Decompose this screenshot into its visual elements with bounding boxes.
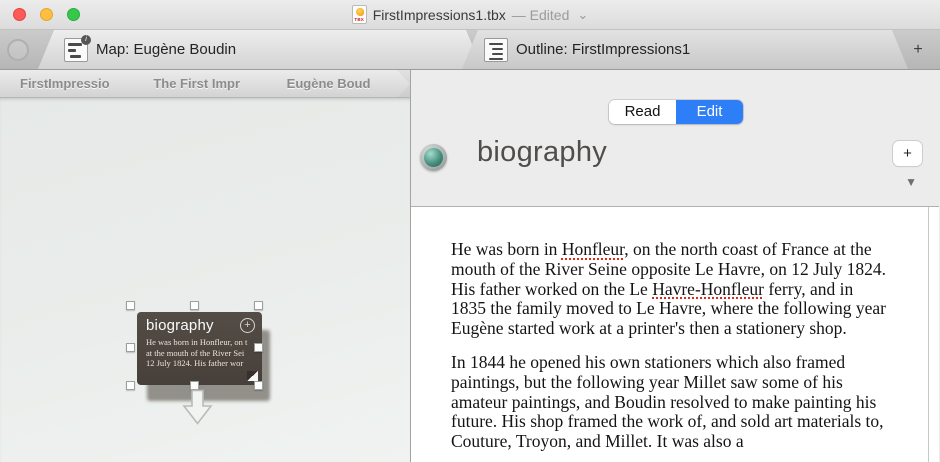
selection-handle-nw[interactable] bbox=[126, 301, 135, 310]
tab-outline-label: Outline: FirstImpressions1 bbox=[516, 41, 690, 58]
tab-outline[interactable]: Outline: FirstImpressions1 bbox=[462, 30, 908, 69]
note-body-text: He was born in Honfleur, on the north co… bbox=[451, 240, 887, 452]
tinderbox-flame-icon bbox=[356, 8, 364, 16]
map-view-icon: i bbox=[64, 38, 88, 62]
note-status-sphere-icon[interactable] bbox=[420, 144, 447, 171]
breadcrumb: FirstImpressio The First Impr Eugène Bou… bbox=[0, 70, 410, 98]
outline-view-icon bbox=[484, 38, 508, 62]
info-badge-icon: i bbox=[81, 35, 91, 45]
edit-button[interactable]: Edit bbox=[676, 100, 743, 124]
selection-handle-w[interactable] bbox=[126, 343, 135, 352]
app-window: TBX FirstImpressions1.tbx — Edited ⌄ i M… bbox=[0, 0, 940, 462]
text-pane: Read Edit biography + ▼ He was born in H… bbox=[411, 70, 939, 462]
tab-map[interactable]: i Map: Eugène Boudin bbox=[38, 30, 482, 69]
read-edit-segmented-control: Read Edit bbox=[609, 100, 743, 124]
document-icon: TBX bbox=[352, 5, 367, 24]
add-attribute-button[interactable]: + bbox=[893, 141, 922, 166]
traffic-lights bbox=[13, 8, 80, 21]
tab-map-label: Map: Eugène Boudin bbox=[96, 41, 236, 58]
document-edited-status: — Edited bbox=[512, 7, 570, 23]
map-canvas[interactable]: biography + He was born in Honfleur, on … bbox=[0, 98, 411, 462]
misspelled-word: Havre-Honfleur bbox=[652, 279, 764, 299]
map-note-preview: He was born in Honfleur, on t at the mou… bbox=[137, 335, 262, 369]
note-body-editor[interactable]: He was born in Honfleur, on the north co… bbox=[411, 207, 939, 462]
paragraph-2: In 1844 he opened his own stationers whi… bbox=[451, 353, 887, 452]
add-tab-button[interactable]: + bbox=[905, 38, 931, 62]
more-text-corner-icon bbox=[247, 371, 258, 381]
collapse-triangle-icon[interactable]: ▼ bbox=[905, 175, 917, 189]
link-drag-arrow-icon[interactable] bbox=[182, 389, 213, 426]
text-pane-header: Read Edit biography + ▼ bbox=[411, 70, 939, 207]
document-filename: FirstImpressions1.tbx bbox=[373, 7, 506, 23]
window-title: TBX FirstImpressions1.tbx — Edited ⌄ bbox=[352, 5, 589, 24]
note-title-heading[interactable]: biography bbox=[477, 136, 607, 169]
close-button[interactable] bbox=[13, 8, 26, 21]
selection-handle-sw[interactable] bbox=[126, 381, 135, 390]
selection-handle-n[interactable] bbox=[190, 301, 199, 310]
selection-handle-e[interactable] bbox=[254, 343, 263, 352]
minimize-button[interactable] bbox=[40, 8, 53, 21]
tab-overview-circle-button[interactable] bbox=[7, 39, 29, 61]
map-pane: FirstImpressio The First Impr Eugène Bou… bbox=[0, 70, 411, 462]
split-view: FirstImpressio The First Impr Eugène Bou… bbox=[0, 70, 940, 462]
tab-bar: i Map: Eugène Boudin Outline: FirstImpre… bbox=[0, 30, 940, 70]
zoom-button[interactable] bbox=[67, 8, 80, 21]
read-button[interactable]: Read bbox=[609, 100, 676, 124]
title-chevron-down-icon[interactable]: ⌄ bbox=[577, 7, 588, 23]
breadcrumb-item-parent[interactable]: The First Impr bbox=[129, 70, 276, 98]
map-note-biography[interactable]: biography + He was born in Honfleur, on … bbox=[137, 312, 262, 385]
selection-handle-se[interactable] bbox=[254, 381, 263, 390]
misspelled-word: Honfleur bbox=[562, 239, 624, 259]
titlebar: TBX FirstImpressions1.tbx — Edited ⌄ bbox=[0, 0, 940, 30]
breadcrumb-item-root[interactable]: FirstImpressio bbox=[0, 70, 143, 98]
map-note-title: biography bbox=[146, 317, 214, 334]
selection-handle-ne[interactable] bbox=[254, 301, 263, 310]
note-link-plus-icon[interactable]: + bbox=[240, 318, 255, 333]
scrollbar-track[interactable] bbox=[928, 207, 929, 462]
paragraph-1: He was born in Honfleur, on the north co… bbox=[451, 240, 887, 339]
breadcrumb-item-current[interactable]: Eugène Boud bbox=[263, 70, 410, 98]
